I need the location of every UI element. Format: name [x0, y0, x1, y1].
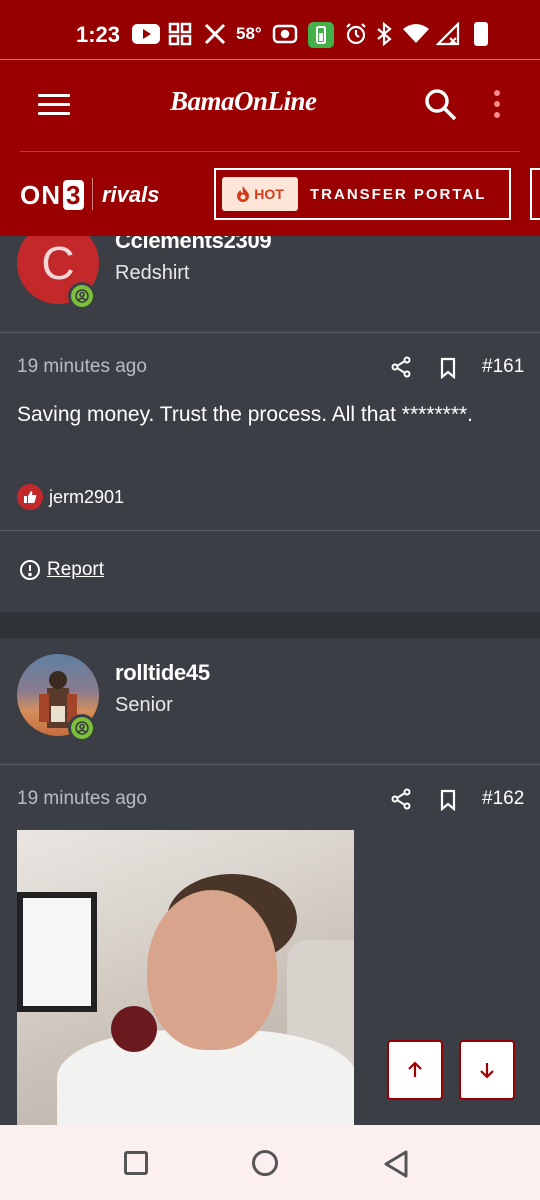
- on3-number: 3: [63, 180, 85, 210]
- liker-name: jerm2901: [49, 486, 125, 507]
- post-number[interactable]: #161: [482, 356, 524, 378]
- bluetooth-icon: [376, 22, 392, 46]
- post-number[interactable]: #162: [482, 788, 524, 810]
- thread-content: C Cclements2309 Redshirt 19 minutes ago …: [0, 236, 540, 1125]
- post-username[interactable]: Cclements2309: [115, 236, 272, 254]
- divider: [0, 764, 540, 765]
- kebab-icon[interactable]: [492, 90, 502, 120]
- avatar-letter: C: [41, 237, 75, 289]
- gif-window: [17, 892, 97, 1012]
- radio-icon: [272, 22, 298, 46]
- user-rank: Senior: [115, 694, 173, 716]
- transfer-portal-button[interactable]: HOT TRANSFER PORTAL: [214, 168, 511, 220]
- alert-circle-icon: [20, 560, 40, 580]
- gif-head: [147, 890, 277, 1050]
- status-bar: 1:23 58°: [0, 0, 540, 60]
- post-username[interactable]: rolltide45: [115, 660, 210, 686]
- status-time: 1:23: [76, 22, 121, 47]
- back-button[interactable]: [382, 1149, 410, 1184]
- post-separator: [0, 612, 540, 638]
- reactions-row[interactable]: jerm2901: [17, 484, 124, 510]
- online-status-icon: [68, 282, 96, 310]
- hot-label: HOT: [254, 186, 284, 202]
- post-gif-image[interactable]: [17, 830, 354, 1125]
- search-icon[interactable]: [424, 88, 460, 124]
- on3-logo[interactable]: ON 3: [20, 180, 85, 211]
- alarm-icon: [344, 22, 368, 46]
- recents-button[interactable]: [124, 1151, 148, 1175]
- scroll-up-button[interactable]: [387, 1040, 443, 1100]
- gif-wine-glass: [111, 1006, 157, 1052]
- hot-badge: HOT: [222, 177, 298, 211]
- transfer-portal-label: TRANSFER PORTAL: [310, 185, 487, 203]
- header-divider: [20, 151, 520, 152]
- divider: [0, 530, 540, 531]
- logo-separator: [92, 178, 93, 210]
- post-time[interactable]: 19 minutes ago: [17, 788, 147, 810]
- grid-app-icon: [168, 22, 192, 46]
- site-logo[interactable]: BamaOnLine: [170, 86, 317, 117]
- report-link[interactable]: Report: [19, 559, 104, 581]
- youtube-icon: [132, 22, 160, 46]
- home-button[interactable]: [252, 1150, 278, 1176]
- x-app-icon: [204, 22, 226, 46]
- share-icon[interactable]: [390, 788, 412, 810]
- on3-text: ON: [20, 180, 61, 210]
- battery-icon: [474, 22, 488, 46]
- bookmark-icon[interactable]: [438, 357, 460, 380]
- next-promo-button[interactable]: [530, 168, 540, 220]
- bookmark-icon[interactable]: [438, 789, 460, 812]
- user-rank: Redshirt: [115, 262, 190, 284]
- site-header: BamaOnLine ON 3 rivals HOT TRANSFER PORTA…: [0, 60, 540, 236]
- post-body: Saving money. Trust the process. All tha…: [17, 403, 474, 426]
- arrow-down-icon: [480, 1063, 494, 1079]
- post-time[interactable]: 19 minutes ago: [17, 356, 147, 378]
- weather-temp: 58°: [236, 24, 262, 43]
- scroll-down-button[interactable]: [459, 1040, 515, 1100]
- battery-saver-icon: [308, 22, 334, 48]
- flame-icon: [237, 186, 250, 202]
- online-status-icon: [68, 714, 96, 742]
- report-label: Report: [47, 559, 105, 580]
- signal-icon: [436, 22, 460, 46]
- menu-icon[interactable]: [38, 94, 70, 116]
- rivals-logo[interactable]: rivals: [102, 182, 160, 208]
- divider: [0, 332, 540, 333]
- wifi-icon: [402, 22, 430, 46]
- android-nav-bar: [0, 1125, 540, 1200]
- thumbs-up-icon: [17, 484, 43, 510]
- share-icon[interactable]: [390, 356, 412, 378]
- arrow-up-icon: [408, 1061, 422, 1077]
